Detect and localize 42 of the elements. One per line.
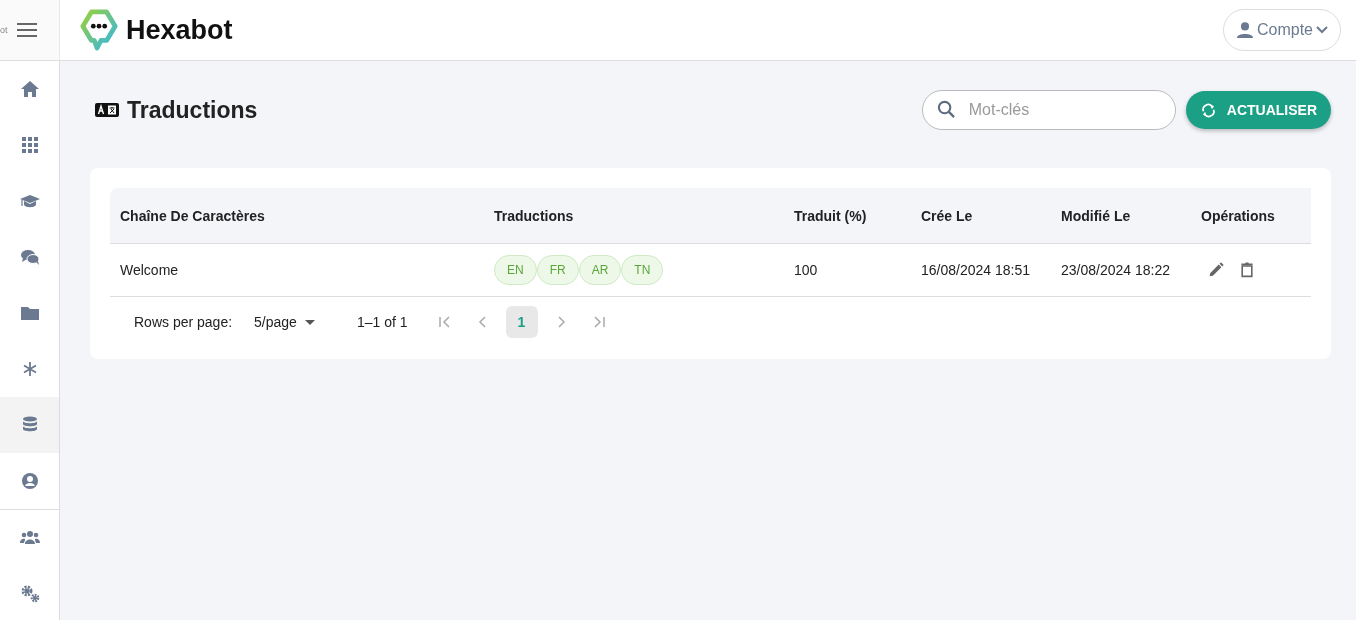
column-header: Traduit (%) xyxy=(784,188,911,244)
table-cell: Welcome xyxy=(110,243,484,297)
table-cell: 100 xyxy=(784,243,911,297)
language-tag: EN xyxy=(494,255,537,285)
last-page-icon[interactable] xyxy=(591,315,606,329)
column-header: Crée Le xyxy=(911,188,1051,244)
language-tag: FR xyxy=(536,255,579,285)
column-header: Opérations xyxy=(1191,188,1311,244)
language-tag: AR xyxy=(578,255,622,285)
rows-per-page-select[interactable]: 5/page xyxy=(248,313,321,331)
sidebar-item[interactable] xyxy=(0,397,59,453)
page-range-text: 1–1 of 1 xyxy=(356,314,408,330)
refresh-button[interactable]: ACTUALISER xyxy=(1185,91,1331,129)
chat-bubbles-icon xyxy=(19,247,40,267)
delete-icon[interactable] xyxy=(1239,262,1255,278)
account-button[interactable]: Compte xyxy=(1222,9,1341,51)
search-field[interactable]: Mot-clés xyxy=(921,90,1176,130)
table-cell: 23/08/2024 18:22 xyxy=(1051,243,1191,297)
edit-icon[interactable] xyxy=(1207,261,1225,279)
translate-icon xyxy=(95,103,119,117)
person-icon xyxy=(1235,21,1254,39)
page-title: Traductions xyxy=(127,96,258,124)
gears-icon xyxy=(19,584,40,604)
logo-icon xyxy=(80,9,118,51)
home-icon xyxy=(19,79,40,99)
column-header: Chaîne De Caractères xyxy=(110,188,484,244)
language-tag: TN xyxy=(621,255,664,285)
table-cell: 16/08/2024 18:51 xyxy=(911,243,1051,297)
menu-icon[interactable] xyxy=(17,23,37,37)
dropdown-caret-icon xyxy=(304,319,315,325)
grid-icon xyxy=(19,135,40,155)
cut-off-text: ot xyxy=(0,25,9,35)
search-icon xyxy=(936,100,956,119)
refresh-icon xyxy=(1199,101,1217,119)
rows-per-page-label: Rows per page: xyxy=(134,314,233,330)
brand-name: Hexabot xyxy=(126,14,233,46)
chevron-down-icon xyxy=(1316,26,1328,34)
user-circle-icon xyxy=(19,471,40,491)
column-header: Traductions xyxy=(484,188,784,244)
page-button[interactable]: 1 xyxy=(505,306,538,338)
column-header: Modifié Le xyxy=(1051,188,1191,244)
first-page-icon[interactable] xyxy=(437,315,452,329)
